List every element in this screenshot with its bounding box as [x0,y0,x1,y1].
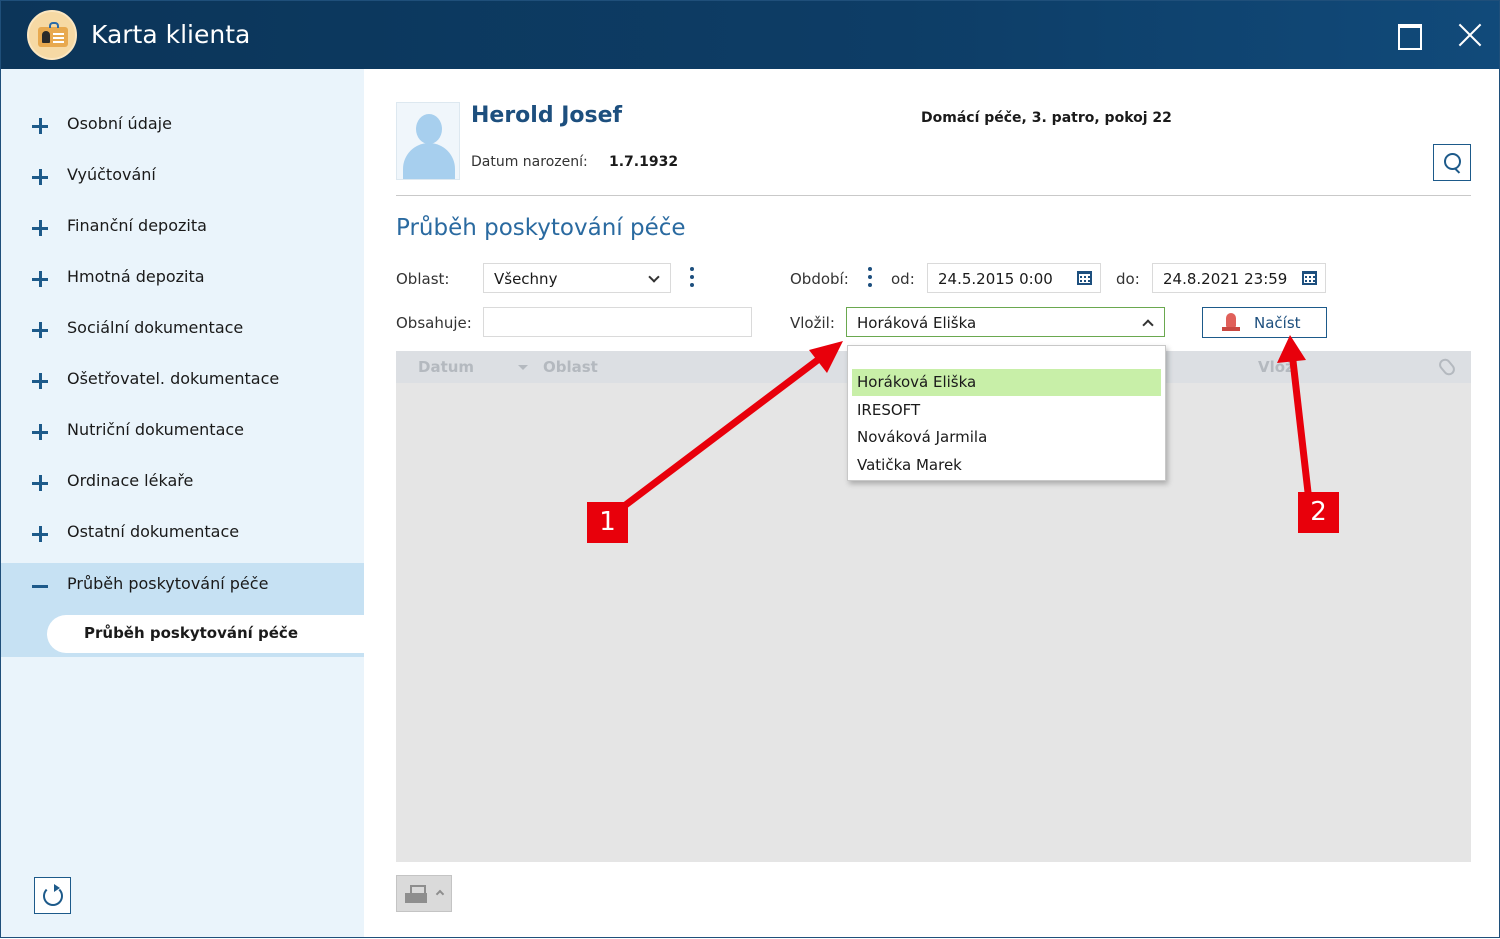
annotation-arrow-1 [603,355,823,523]
annotation-arrowhead-1 [809,341,843,373]
annotation-arrow-2 [1289,357,1313,505]
annotation-callout-1: 1 [587,502,628,543]
client-card-window: Karta klienta Osobní údaje Vyúčtování Fi… [0,0,1500,938]
annotation-callout-2: 2 [1298,492,1339,533]
annotation-arrows [603,335,1313,523]
annotation-arrowhead-2 [1277,335,1306,363]
